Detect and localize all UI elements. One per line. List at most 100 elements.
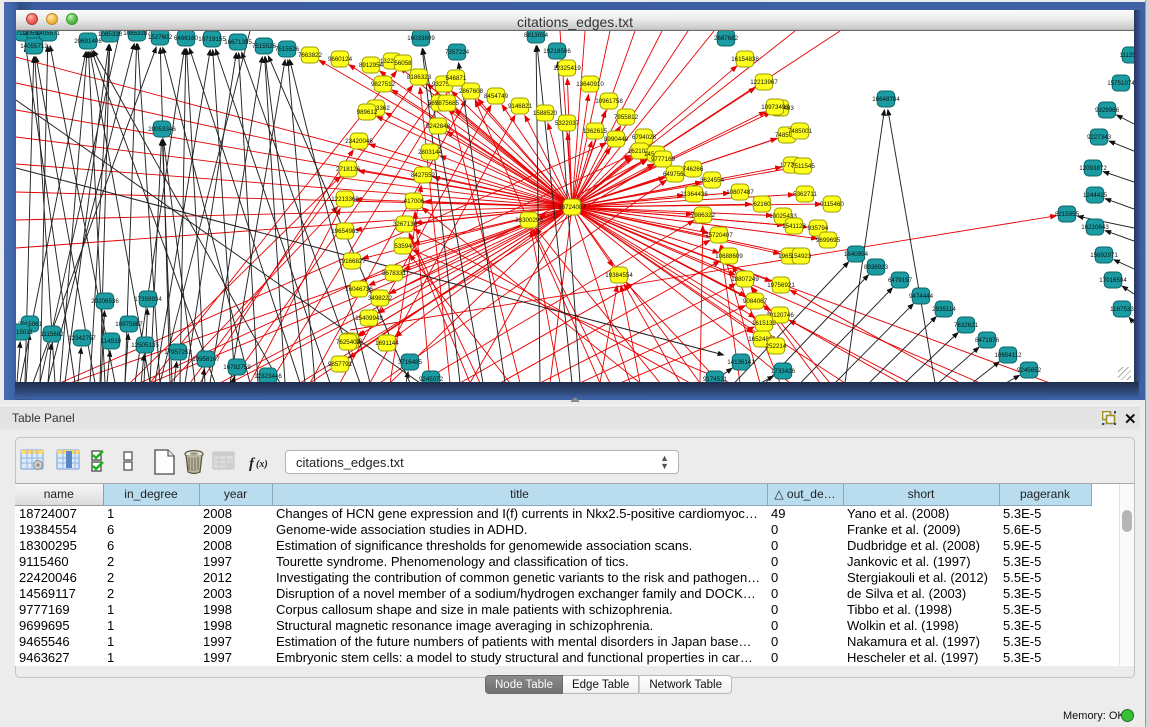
svg-text:2687682: 2687682	[714, 35, 739, 42]
svg-text:935794: 935794	[808, 225, 829, 232]
svg-text:20206536: 20206536	[91, 298, 119, 305]
svg-text:2867608: 2867608	[459, 88, 484, 95]
svg-text:9857791: 9857791	[328, 361, 353, 368]
svg-text:9084067: 9084067	[743, 298, 768, 305]
svg-text:18724007: 18724007	[558, 204, 586, 211]
svg-text:56058: 56058	[394, 60, 412, 67]
svg-text:19654983: 19654983	[331, 228, 359, 235]
svg-text:1527602: 1527602	[148, 34, 173, 41]
svg-text:17016504: 17016504	[1099, 277, 1127, 284]
svg-text:114519: 114519	[101, 338, 122, 345]
svg-text:20053346: 20053346	[148, 126, 176, 133]
svg-text:9115460: 9115460	[820, 201, 844, 208]
svg-text:9245652: 9245652	[1017, 367, 1042, 374]
svg-text:746266: 746266	[683, 166, 704, 173]
svg-text:6794028: 6794028	[632, 134, 657, 141]
svg-text:12093872: 12093872	[1079, 165, 1107, 172]
svg-text:9242848: 9242848	[426, 123, 451, 130]
svg-text:252214: 252214	[766, 343, 787, 350]
svg-text:3915011: 3915011	[16, 329, 33, 336]
svg-text:17359934: 17359934	[134, 296, 162, 303]
svg-text:10958107: 10958107	[192, 356, 220, 363]
svg-text:16033809: 16033809	[407, 35, 435, 42]
svg-text:15720407: 15720407	[705, 232, 733, 239]
svg-text:1167533: 1167533	[1110, 306, 1134, 313]
svg-text:8678331: 8678331	[382, 270, 407, 277]
svg-text:8454749: 8454749	[484, 93, 509, 100]
svg-text:9329966: 9329966	[1095, 107, 1120, 114]
svg-text:9146821: 9146821	[508, 103, 533, 110]
svg-text:7485001: 7485001	[788, 128, 813, 135]
svg-text:10807487: 10807487	[726, 189, 754, 196]
svg-text:12342757: 12342757	[68, 335, 96, 342]
svg-text:7515526: 7515526	[275, 46, 300, 53]
svg-text:23420046: 23420046	[345, 138, 373, 145]
svg-text:1112543: 1112543	[1119, 52, 1134, 59]
svg-text:7357224: 7357224	[445, 49, 470, 56]
svg-text:1691144: 1691144	[375, 340, 399, 347]
svg-text:2935114: 2935114	[932, 306, 956, 313]
svg-text:8938923: 8938923	[864, 264, 889, 271]
svg-text:989612: 989612	[357, 109, 378, 116]
svg-text:16046736: 16046736	[345, 286, 373, 293]
svg-text:21364436: 21364436	[680, 191, 708, 198]
svg-text:12325419: 12325419	[553, 65, 581, 72]
svg-text:1733426: 1733426	[771, 368, 796, 375]
svg-text:10654112: 10654112	[994, 352, 1022, 359]
svg-text:9227343: 9227343	[1087, 134, 1112, 141]
svg-text:9777169: 9777169	[651, 156, 676, 163]
svg-text:9245072: 9245072	[419, 376, 444, 382]
svg-text:16648784: 16648784	[872, 96, 900, 103]
svg-text:13640910: 13640910	[576, 81, 604, 88]
svg-text:1244415: 1244415	[1083, 192, 1108, 199]
svg-text:19756921: 19756921	[767, 282, 795, 289]
svg-text:9827512: 9827512	[371, 81, 396, 88]
svg-text:53594: 53594	[394, 243, 412, 250]
svg-text:20691406: 20691406	[74, 38, 102, 45]
svg-text:3498222: 3498222	[368, 295, 393, 302]
svg-text:3624554: 3624554	[700, 177, 725, 184]
svg-text:5322037: 5322037	[555, 120, 580, 127]
svg-text:7955812: 7955812	[614, 114, 639, 121]
svg-text:9474444: 9474444	[909, 293, 934, 300]
svg-text:12323446: 12323446	[254, 373, 282, 380]
svg-text:14055712: 14055712	[20, 43, 48, 50]
svg-text:7986322: 7986322	[691, 212, 716, 219]
svg-text:16154838: 16154838	[731, 56, 759, 63]
svg-text:8186323: 8186323	[407, 74, 432, 81]
svg-text:9660124: 9660124	[328, 56, 353, 63]
svg-text:1541123: 1541123	[782, 223, 806, 230]
svg-text:12505135: 12505135	[131, 342, 159, 349]
svg-text:15692971: 15692971	[1090, 252, 1118, 259]
svg-text:15409948: 15409948	[355, 315, 383, 322]
svg-text:6466160: 6466160	[174, 35, 199, 42]
svg-text:1115682: 1115682	[40, 331, 64, 338]
svg-text:12213369: 12213369	[331, 196, 359, 203]
svg-text:17957253: 17957253	[164, 349, 192, 356]
svg-text:19218506: 19218506	[543, 48, 571, 55]
svg-text:1640954: 1640954	[844, 251, 869, 258]
svg-text:7663822: 7663822	[298, 52, 323, 59]
svg-text:16671355: 16671355	[224, 39, 252, 46]
svg-text:f: f	[249, 456, 256, 472]
svg-text:8990448: 8990448	[604, 136, 629, 143]
svg-text:546871: 546871	[446, 75, 467, 82]
svg-text:417006: 417006	[404, 198, 425, 205]
svg-text:1362615: 1362615	[583, 128, 608, 135]
svg-text:8215955: 8215955	[1055, 211, 1080, 218]
svg-text:154923: 154923	[791, 253, 812, 260]
svg-text:16782759: 16782759	[223, 364, 251, 371]
svg-text:8427552: 8427552	[411, 172, 436, 179]
svg-text:16210643: 16210643	[1081, 224, 1109, 231]
svg-text:1405571: 1405571	[36, 31, 61, 37]
svg-text:9174521: 9174521	[703, 376, 728, 382]
svg-text:23300293: 23300293	[515, 217, 543, 224]
svg-text:1085328: 1085328	[98, 31, 123, 38]
svg-text:3267130: 3267130	[393, 221, 418, 228]
svg-text:14136141: 14136141	[727, 359, 755, 366]
svg-text:19166827: 19166827	[338, 258, 366, 265]
svg-text:8813054: 8813054	[524, 32, 549, 39]
svg-text:12213967: 12213967	[750, 79, 778, 86]
svg-text:5362711: 5362711	[793, 191, 817, 198]
svg-text:18807249: 18807249	[731, 276, 759, 283]
